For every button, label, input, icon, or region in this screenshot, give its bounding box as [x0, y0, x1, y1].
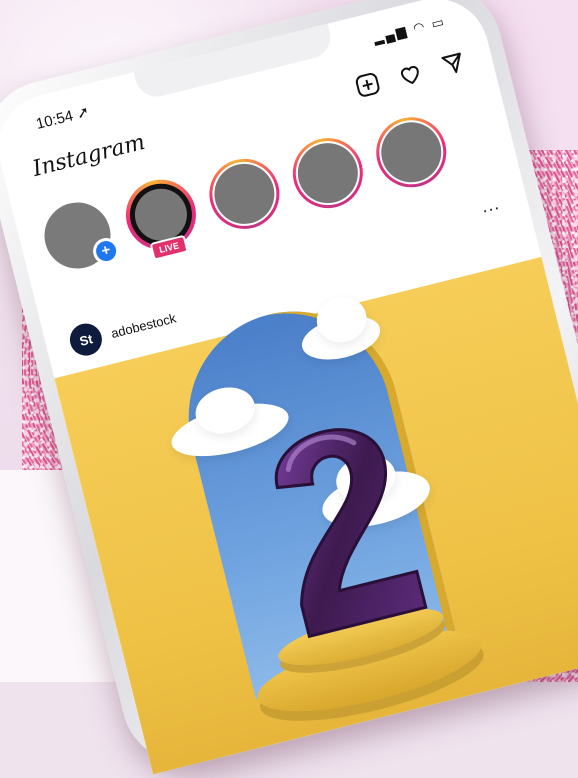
location-arrow-icon: ➚ — [74, 103, 92, 123]
system-icons: ▂▄▆ ◠ ▭ — [371, 13, 448, 46]
header-actions — [352, 48, 469, 101]
heart-icon[interactable] — [395, 58, 427, 90]
add-post-icon[interactable] — [352, 69, 384, 101]
story-item[interactable] — [201, 151, 287, 237]
story-live[interactable]: LIVE — [118, 172, 204, 261]
story-item[interactable] — [368, 109, 454, 195]
avatar-placeholder — [374, 115, 448, 189]
post-avatar[interactable]: St — [66, 320, 106, 359]
status-time: 10:54 ➚ — [34, 102, 91, 133]
avatar-placeholder — [291, 136, 365, 210]
avatar-placeholder — [208, 157, 281, 231]
story-item[interactable] — [285, 130, 371, 216]
story-own[interactable]: + — [35, 193, 122, 278]
time-label: 10:54 — [34, 107, 75, 133]
more-options-icon[interactable]: ... — [479, 193, 502, 218]
instagram-logo: Instagram — [30, 129, 148, 182]
direct-message-icon[interactable] — [437, 48, 469, 80]
post-username[interactable]: adobestock — [109, 310, 177, 341]
